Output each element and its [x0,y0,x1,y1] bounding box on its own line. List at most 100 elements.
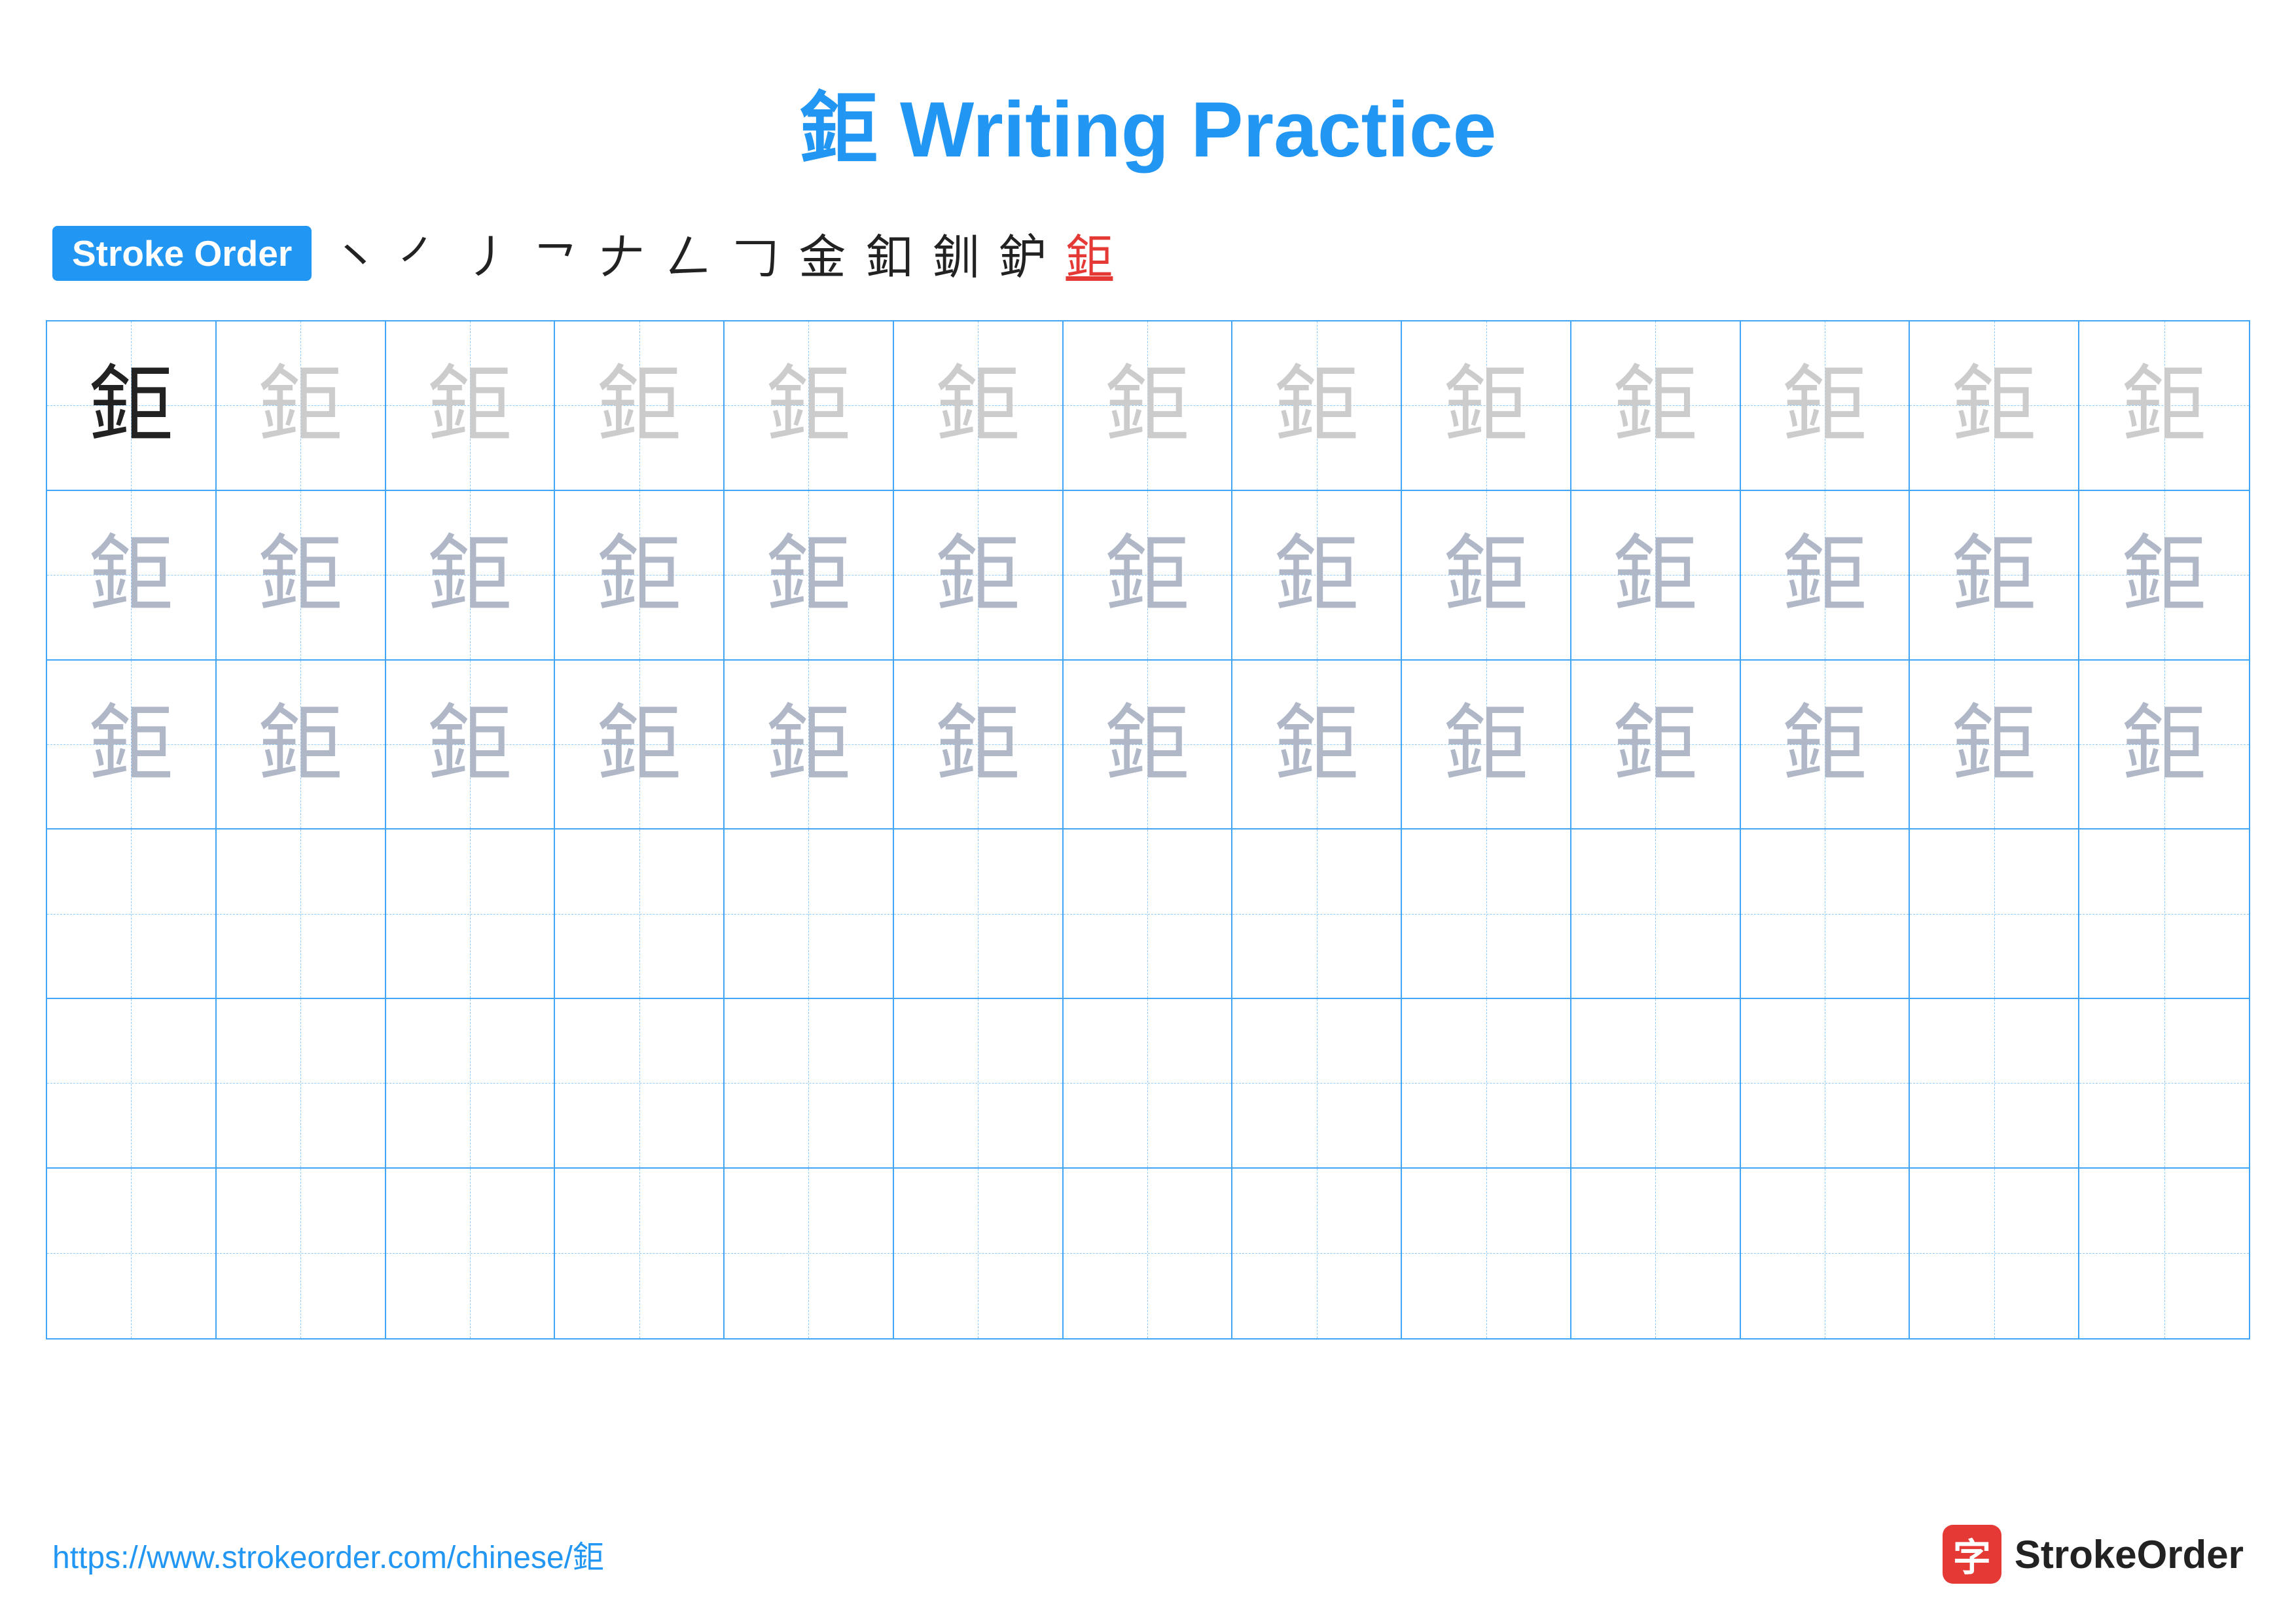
grid-cell-r4c10[interactable] [1571,830,1741,999]
grid-cell-r6c2[interactable] [217,1169,386,1338]
grid-cell-r1c5: 鉅 [725,321,894,491]
grid-cell-r6c10[interactable] [1571,1169,1741,1338]
grid-cell-r6c7[interactable] [1064,1169,1233,1338]
footer-url[interactable]: https://www.strokeorder.com/chinese/鉅 [52,1531,604,1577]
grid-cell-r5c13[interactable] [2079,999,2249,1169]
grid-cell-r6c9[interactable] [1402,1169,1571,1338]
grid-cell-r5c12[interactable] [1910,999,2079,1169]
grid-cell-r5c5[interactable] [725,999,894,1169]
grid-cell-r4c1[interactable] [47,830,217,999]
grid-cell-r1c13: 鉅 [2079,321,2249,491]
grid-cell-r6c3[interactable] [386,1169,556,1338]
grid-cell-r6c11[interactable] [1741,1169,1910,1338]
grid-cell-r1c12: 鉅 [1910,321,2079,491]
grid-cell-r4c8[interactable] [1232,830,1402,999]
grid-cell-r2c13: 鉅 [2079,491,2249,661]
grid-cell-r5c7[interactable] [1064,999,1233,1169]
grid-cell-r1c2: 鉅 [217,321,386,491]
stroke-step-11: 鈩 [999,219,1046,287]
grid-cell-r3c11: 鉅 [1741,661,1910,830]
grid-cell-r3c1: 鉅 [47,661,217,830]
footer-logo: 字 StrokeOrder [1943,1525,2244,1584]
grid-cell-r1c1: 鉅 [47,321,217,491]
grid-cell-r3c13: 鉅 [2079,661,2249,830]
grid-cell-r5c10[interactable] [1571,999,1741,1169]
grid-cell-r4c4[interactable] [555,830,725,999]
practice-grid: 鉅 鉅 鉅 鉅 鉅 鉅 鉅 鉅 鉅 鉅 鉅 鉅 鉅 鉅 鉅 鉅 鉅 鉅 鉅 鉅 … [46,320,2250,1340]
grid-cell-r5c4[interactable] [555,999,725,1169]
footer: https://www.strokeorder.com/chinese/鉅 字 … [0,1525,2296,1584]
grid-cell-r1c4: 鉅 [555,321,725,491]
stroke-step-4: ㇖ [531,219,579,287]
grid-cell-r2c12: 鉅 [1910,491,2079,661]
grid-cell-r2c10: 鉅 [1571,491,1741,661]
grid-cell-r2c9: 鉅 [1402,491,1571,661]
stroke-step-9: 釦 [865,219,912,287]
page-title: 鉅 Writing Practice [0,0,2296,179]
stroke-step-2: ㇒ [398,219,445,287]
grid-cell-r6c8[interactable] [1232,1169,1402,1338]
grid-cell-r3c3: 鉅 [386,661,556,830]
stroke-step-10: 釧 [932,219,979,287]
grid-cell-r1c8: 鉅 [1232,321,1402,491]
grid-cell-r3c5: 鉅 [725,661,894,830]
grid-cell-r6c1[interactable] [47,1169,217,1338]
grid-cell-r4c7[interactable] [1064,830,1233,999]
grid-cell-r5c6[interactable] [894,999,1064,1169]
logo-icon: 字 [1943,1525,2001,1584]
grid-cell-r5c2[interactable] [217,999,386,1169]
grid-cell-r6c4[interactable] [555,1169,725,1338]
grid-cell-r5c8[interactable] [1232,999,1402,1169]
stroke-step-6: 𠃋 [665,219,712,287]
stroke-step-7: 𠃌 [732,219,779,287]
grid-cell-r1c6: 鉅 [894,321,1064,491]
grid-cell-r5c11[interactable] [1741,999,1910,1169]
grid-cell-r3c4: 鉅 [555,661,725,830]
stroke-step-8: 金 [798,219,846,287]
grid-cell-r6c13[interactable] [2079,1169,2249,1338]
grid-row-2: 鉅 鉅 鉅 鉅 鉅 鉅 鉅 鉅 鉅 鉅 鉅 鉅 鉅 [47,491,2249,661]
grid-cell-r4c5[interactable] [725,830,894,999]
grid-cell-r2c1: 鉅 [47,491,217,661]
grid-cell-r6c6[interactable] [894,1169,1064,1338]
grid-cell-r5c3[interactable] [386,999,556,1169]
grid-cell-r1c3: 鉅 [386,321,556,491]
grid-cell-r1c10: 鉅 [1571,321,1741,491]
grid-cell-r2c3: 鉅 [386,491,556,661]
grid-row-1: 鉅 鉅 鉅 鉅 鉅 鉅 鉅 鉅 鉅 鉅 鉅 鉅 鉅 [47,321,2249,491]
grid-cell-r4c2[interactable] [217,830,386,999]
grid-cell-r2c11: 鉅 [1741,491,1910,661]
grid-cell-r2c2: 鉅 [217,491,386,661]
grid-cell-r3c8: 鉅 [1232,661,1402,830]
grid-cell-r4c13[interactable] [2079,830,2249,999]
grid-cell-r2c7: 鉅 [1064,491,1233,661]
grid-cell-r1c11: 鉅 [1741,321,1910,491]
stroke-step-5: 𠂇 [598,219,645,287]
stroke-order-row: Stroke Order ㇔ ㇒ ㇓ ㇖ 𠂇 𠃋 𠃌 金 釦 釧 鈩 鉅 [0,219,2296,287]
grid-cell-r5c9[interactable] [1402,999,1571,1169]
grid-cell-r6c12[interactable] [1910,1169,2079,1338]
stroke-step-12: 鉅 [1066,219,1113,287]
grid-cell-r1c9: 鉅 [1402,321,1571,491]
grid-row-5 [47,999,2249,1169]
grid-cell-r2c8: 鉅 [1232,491,1402,661]
grid-cell-r4c9[interactable] [1402,830,1571,999]
grid-row-4 [47,830,2249,999]
grid-cell-r2c6: 鉅 [894,491,1064,661]
grid-cell-r3c7: 鉅 [1064,661,1233,830]
stroke-order-badge: Stroke Order [52,226,312,281]
stroke-step-1: ㇔ [331,219,378,287]
grid-cell-r3c10: 鉅 [1571,661,1741,830]
grid-cell-r2c5: 鉅 [725,491,894,661]
stroke-step-3: ㇓ [465,219,512,287]
grid-cell-r5c1[interactable] [47,999,217,1169]
grid-cell-r4c6[interactable] [894,830,1064,999]
grid-cell-r6c5[interactable] [725,1169,894,1338]
grid-cell-r4c11[interactable] [1741,830,1910,999]
grid-cell-r3c9: 鉅 [1402,661,1571,830]
grid-cell-r3c6: 鉅 [894,661,1064,830]
grid-row-3: 鉅 鉅 鉅 鉅 鉅 鉅 鉅 鉅 鉅 鉅 鉅 鉅 鉅 [47,661,2249,830]
grid-cell-r4c12[interactable] [1910,830,2079,999]
logo-text: StrokeOrder [2015,1532,2244,1577]
grid-cell-r4c3[interactable] [386,830,556,999]
